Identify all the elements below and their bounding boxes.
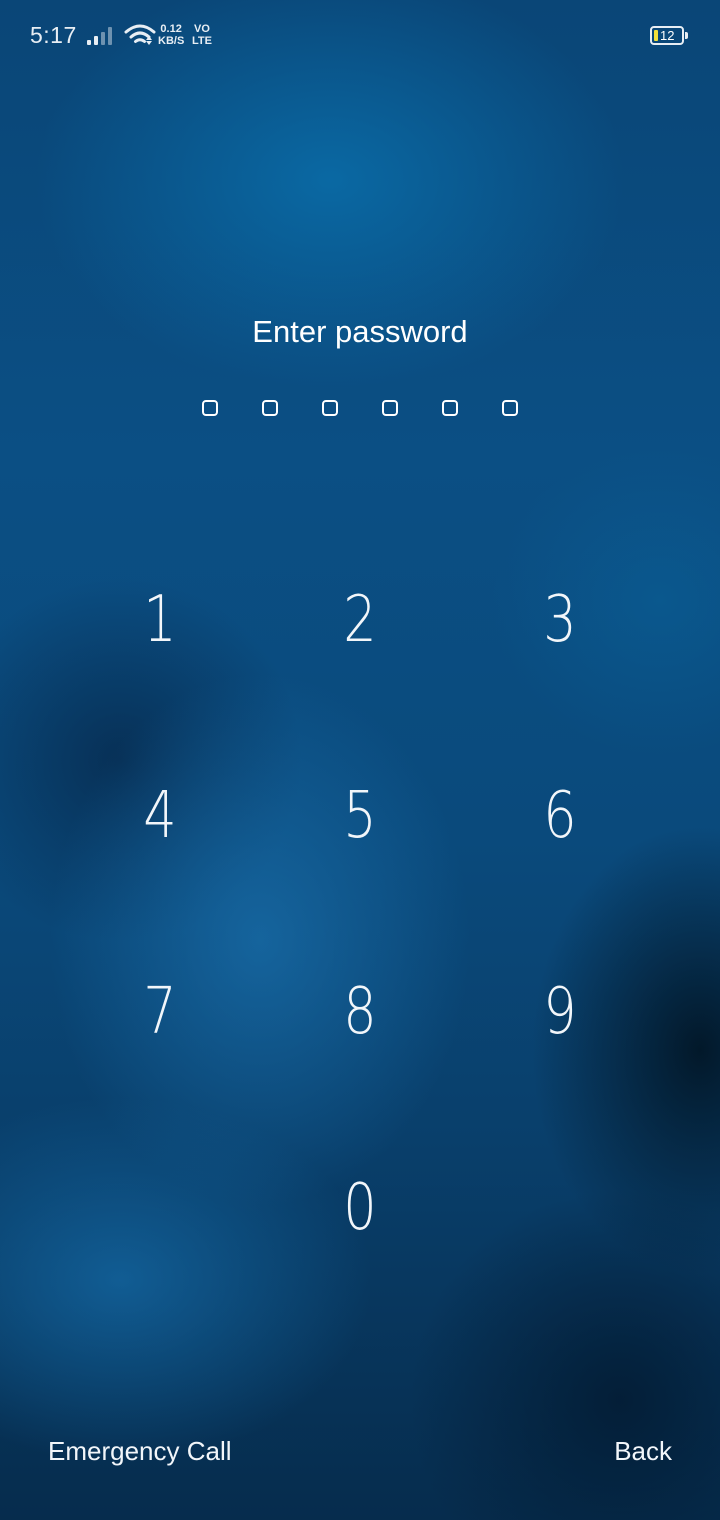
battery-fill <box>654 30 658 41</box>
keypad-key-5[interactable]: 5 <box>278 736 442 896</box>
pin-dot <box>322 400 338 416</box>
pin-dot <box>502 400 518 416</box>
keypad-key-0[interactable]: 0 <box>278 1128 442 1288</box>
keypad-key-2[interactable]: 2 <box>278 540 442 700</box>
signal-bars-icon <box>87 27 112 45</box>
pin-dot <box>202 400 218 416</box>
pin-dot <box>382 400 398 416</box>
keypad-key-7[interactable]: 7 <box>78 932 242 1092</box>
volte-bottom: LTE <box>192 35 212 47</box>
page-title: Enter password <box>252 314 468 349</box>
volte-indicator: VO LTE <box>192 23 212 47</box>
pin-dot <box>262 400 278 416</box>
battery-icon: 12 <box>650 26 688 45</box>
network-speed-value: 0.12 <box>160 23 182 35</box>
status-bar: 5:17 0.12 KB/S VO LTE 12 <box>0 0 720 72</box>
keypad: 123 456 7890 <box>60 540 660 1320</box>
emergency-call-button[interactable]: Emergency Call <box>48 1436 232 1467</box>
keypad-key-3[interactable]: 3 <box>478 540 642 700</box>
wifi-icon <box>124 24 156 45</box>
keypad-key-6[interactable]: 6 <box>478 736 642 896</box>
back-button[interactable]: Back <box>614 1436 672 1467</box>
keypad-key-8[interactable]: 8 <box>278 932 442 1092</box>
pin-dot <box>442 400 458 416</box>
keypad-key-9[interactable]: 9 <box>478 932 642 1092</box>
network-speed-unit: KB/S <box>158 35 185 47</box>
pin-indicator <box>200 400 520 420</box>
keypad-key-1[interactable]: 1 <box>78 540 242 700</box>
keypad-key-4[interactable]: 4 <box>78 736 242 896</box>
network-speed: 0.12 KB/S <box>158 23 184 47</box>
status-time: 5:17 <box>30 22 77 48</box>
volte-top: VO <box>194 23 210 35</box>
battery-level: 12 <box>660 28 675 43</box>
